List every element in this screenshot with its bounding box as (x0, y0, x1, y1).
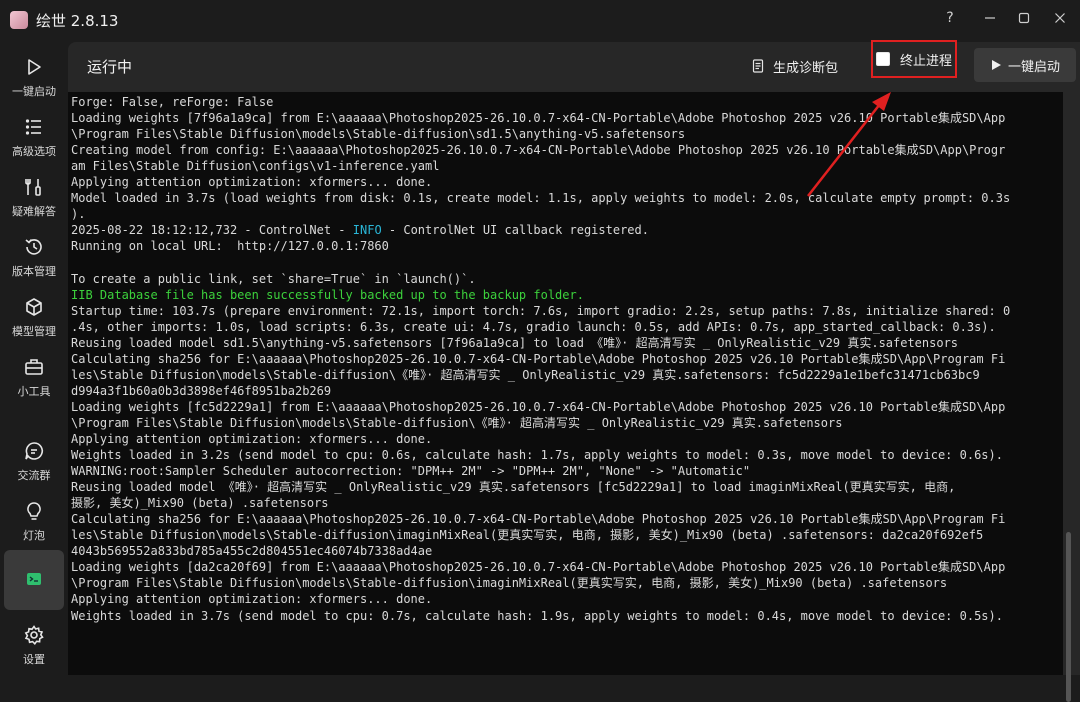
stop-icon (875, 52, 890, 66)
play-icon (23, 56, 45, 78)
app-logo (10, 11, 28, 29)
console-line: Model loaded in 3.7s (load weights from … (71, 191, 1011, 206)
sidebar-item-tools[interactable]: 小工具 (4, 348, 64, 404)
console-line: .4s, other imports: 1.0s, load scripts: … (71, 319, 996, 334)
sidebar-item-label: 小工具 (17, 385, 51, 398)
sidebar-item-bulb[interactable]: 灯泡 (4, 492, 64, 548)
console-line: 摄影, 美女)_Mix90 (beta) .safetensors (71, 496, 329, 511)
launch-label: 一键启动 (1007, 59, 1060, 75)
main-panel: 运行中 生成诊断包 终止进程 一键启动 Forge: False, reForg… (68, 40, 1080, 702)
sidebar-item-label: 版本管理 (12, 265, 56, 278)
history-icon (23, 236, 45, 258)
close-icon[interactable] (1044, 4, 1076, 32)
sidebar-item-label: 高级选项 (12, 145, 56, 158)
console-line: les\Stable Diffusion\models\Stable-diffu… (71, 528, 984, 543)
cube-icon (23, 296, 45, 318)
gear-icon (23, 624, 45, 646)
console-line: 2025-08-22 18:12:12,732 - ControlNet - I… (71, 223, 649, 238)
generate-diagnostics-button[interactable]: 生成诊断包 (751, 52, 838, 80)
console-line: Running on local URL: http://127.0.0.1:7… (71, 239, 389, 254)
console-line: Reusing loaded model sd1.5\anything-v5.s… (71, 335, 959, 350)
toolbox-icon (23, 356, 45, 378)
console-line: les\Stable Diffusion\models\Stable-diffu… (71, 367, 980, 382)
console-line: Weights loaded in 3.2s (send model to cp… (71, 448, 1003, 463)
console-line: Startup time: 103.7s (prepare environmen… (71, 303, 1011, 318)
page-title: 运行中 (87, 58, 133, 76)
console-line: 4043b569552a833bd785a455c2d804551ec46074… (71, 544, 433, 559)
console-line: Applying attention optimization: xformer… (71, 175, 433, 190)
bulb-icon (23, 500, 45, 522)
console-icon (23, 568, 45, 590)
tools-icon (23, 176, 45, 198)
sidebar-item-settings[interactable]: 设置 (4, 616, 64, 672)
console-line: Loading weights [fc5d2229a1] from E:\aaa… (71, 399, 1006, 414)
kill-process-button[interactable]: 终止进程 (871, 40, 957, 78)
console-line: To create a public link, set `share=True… (71, 271, 476, 286)
console-output[interactable]: Forge: False, reForge: False Loading weig… (68, 92, 1071, 702)
console-line: \Program Files\Stable Diffusion\models\S… (71, 576, 948, 591)
console-line: Calculating sha256 for E:\aaaaaa\Photosh… (71, 512, 1006, 527)
sidebar-item-troubleshoot[interactable]: 疑难解答 (4, 168, 64, 224)
list-icon (23, 116, 45, 138)
console-line: WARNING:root:Sampler Scheduler autocorre… (71, 464, 751, 479)
console-line: Loading weights [7f96a1a9ca] from E:\aaa… (71, 111, 1006, 126)
console-line: Creating model from config: E:\aaaaaa\Ph… (71, 143, 1006, 158)
log-level-info: INFO (352, 223, 382, 238)
console-line: Loading weights [da2ca20f69] from E:\aaa… (71, 560, 1006, 575)
sidebar-item-label: 交流群 (17, 469, 51, 482)
diagnostics-label: 生成诊断包 (773, 60, 839, 76)
console-scrollbar[interactable] (1066, 532, 1071, 702)
sidebar-item-label: 一键启动 (12, 85, 56, 98)
console-line: \Program Files\Stable Diffusion\models\S… (71, 127, 686, 142)
sidebar-item-models[interactable]: 模型管理 (4, 288, 64, 344)
console-line: \Program Files\Stable Diffusion\models\S… (71, 415, 843, 430)
chat-icon (23, 440, 45, 462)
help-icon[interactable]: ? (934, 4, 966, 32)
document-icon (752, 59, 764, 73)
window-title: 绘世 2.8.13 (36, 12, 119, 30)
console-line: d994a3f1b60a0b3d3898ef46f8951ba2b269 (71, 383, 332, 398)
console-line: IIB Database file has been successfully … (71, 287, 584, 302)
sidebar-item-community[interactable]: 交流群 (4, 432, 64, 488)
sidebar-item-label: 疑难解答 (12, 205, 56, 218)
console-line: ). (71, 207, 86, 222)
console-line: Weights loaded in 3.7s (send model to cp… (71, 608, 1003, 623)
console-line: Applying attention optimization: xformer… (71, 431, 433, 446)
console-line: Reusing loaded model 《唯》· 超高清写实 _ OnlyRe… (71, 480, 956, 495)
sidebar-item-versions[interactable]: 版本管理 (4, 228, 64, 284)
sidebar-item-label: 设置 (23, 653, 45, 666)
maximize-icon[interactable] (1008, 4, 1040, 32)
sidebar-item-advanced[interactable]: 高级选项 (4, 108, 64, 164)
play-icon (991, 60, 1001, 70)
console-log-text: Forge: False, reForge: False Loading weig… (71, 94, 1061, 624)
title-bar: 绘世 2.8.13 ? (0, 0, 1080, 40)
console-line: Forge: False, reForge: False (71, 95, 274, 109)
console-line: Calculating sha256 for E:\aaaaaa\Photosh… (71, 351, 1006, 366)
sidebar: 一键启动 高级选项 疑难解答 版本管理 模型管理 小工具 交流群 灯泡 设置 (0, 40, 68, 675)
header-bar: 运行中 生成诊断包 终止进程 一键启动 (68, 40, 1080, 90)
sidebar-item-console[interactable] (4, 550, 64, 610)
sidebar-item-launch[interactable]: 一键启动 (4, 48, 64, 104)
console-line: am Files\Stable Diffusion\configs\v1-inf… (71, 159, 440, 174)
minimize-icon[interactable] (974, 4, 1006, 32)
kill-process-label: 终止进程 (899, 53, 952, 69)
launch-button[interactable]: 一键启动 (974, 48, 1076, 82)
sidebar-item-label: 模型管理 (12, 325, 56, 338)
console-line: Applying attention optimization: xformer… (71, 592, 433, 607)
sidebar-item-label: 灯泡 (23, 529, 45, 542)
